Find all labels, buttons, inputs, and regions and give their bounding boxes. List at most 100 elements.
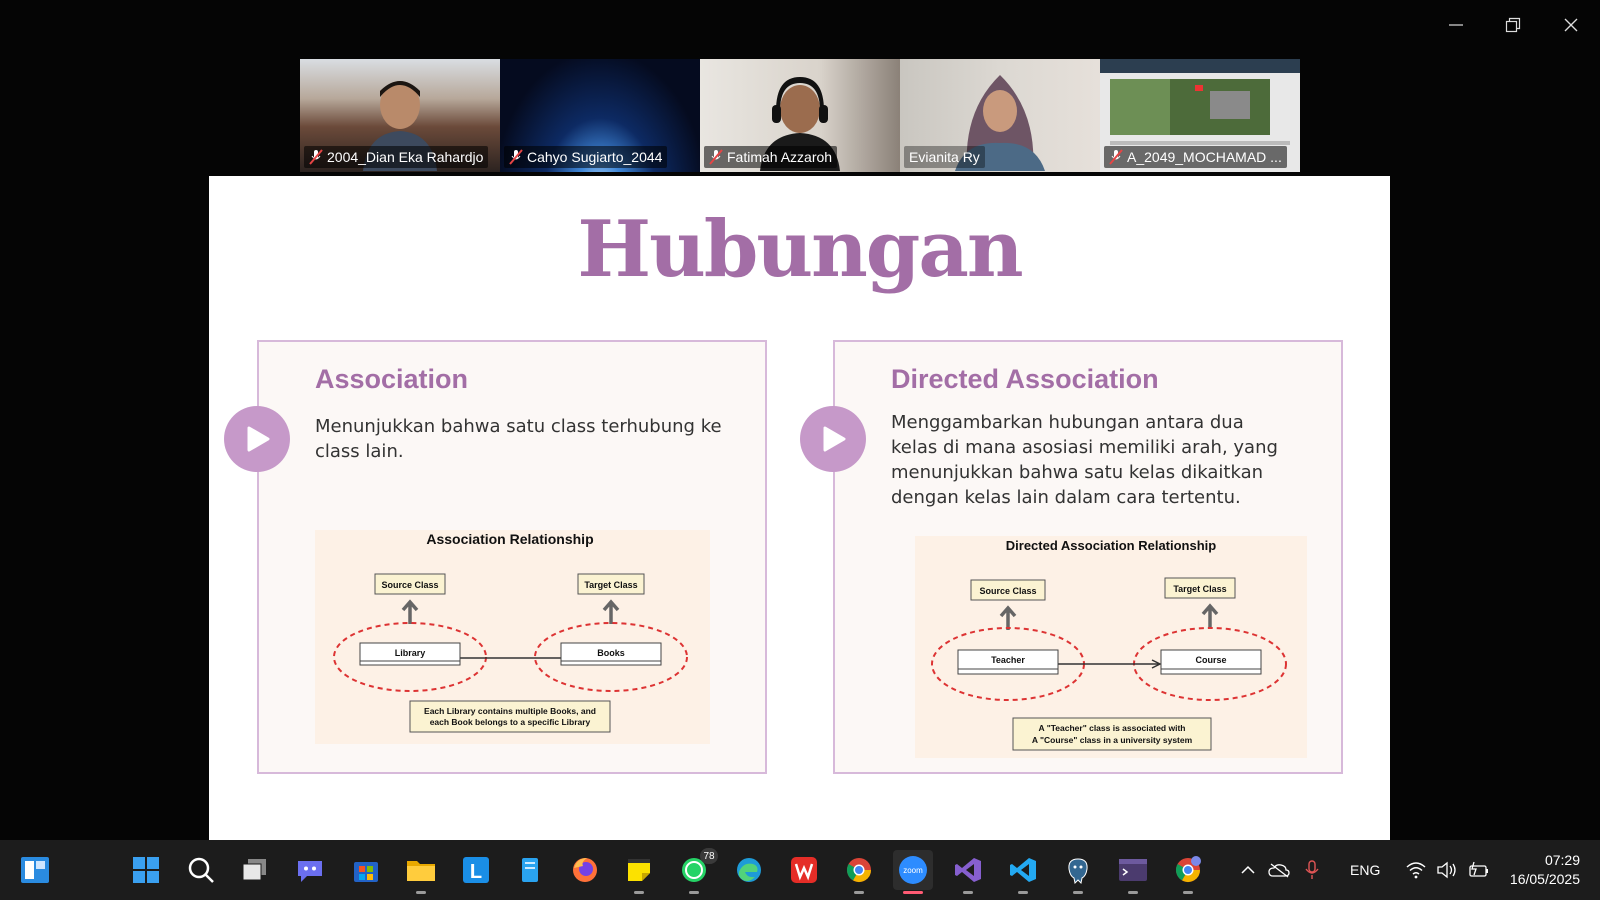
zoom-button[interactable]: zoom <box>893 850 933 894</box>
onedrive-offline-icon[interactable] <box>1268 862 1290 878</box>
play-icon <box>247 426 270 452</box>
participant-name: A_2049_MOCHAMAD ... <box>1127 149 1282 165</box>
firefox-icon <box>573 858 597 882</box>
play-button[interactable] <box>224 406 290 472</box>
start-icon <box>133 857 159 883</box>
minimize-icon <box>1449 24 1463 26</box>
participant-tile[interactable]: 2004_Dian Eka Rahardjo <box>300 59 500 172</box>
source-class-label: Source Class <box>979 586 1036 596</box>
participant-tile[interactable]: A_2049_MOCHAMAD ... <box>1100 59 1300 172</box>
up-arrow-icon <box>401 599 419 624</box>
play-icon <box>823 426 846 452</box>
system-tray: ENG <box>1240 840 1490 900</box>
vscode-icon <box>1010 858 1036 882</box>
l-app-button[interactable]: L <box>456 850 496 890</box>
battery-charging-icon[interactable] <box>1468 861 1490 879</box>
diagram-note-line2: each Book belongs to a specific Library <box>430 717 591 727</box>
file-explorer-icon <box>407 861 435 881</box>
participant-name-label: A_2049_MOCHAMAD ... <box>1104 146 1287 168</box>
play-button[interactable] <box>800 406 866 472</box>
l-app-icon: L <box>463 857 489 883</box>
postgresql-icon <box>1068 858 1088 884</box>
task-view-icon <box>242 859 266 881</box>
visual-studio-button[interactable] <box>948 850 988 894</box>
diagram-note-line1: Each Library contains multiple Books, an… <box>424 706 596 716</box>
edge-button[interactable] <box>729 850 769 890</box>
participant-name: 2004_Dian Eka Rahardjo <box>327 149 484 165</box>
store-button[interactable] <box>346 850 386 890</box>
start-button[interactable] <box>126 850 166 890</box>
card-description: Menggambarkan hubungan antara dua kelas … <box>891 412 1278 508</box>
notepad-button[interactable] <box>510 850 550 890</box>
volume-icon[interactable] <box>1436 861 1458 879</box>
zoom-meeting-window: 2004_Dian Eka Rahardjo Cahyo Sugiarto_20… <box>0 0 1600 900</box>
chrome-profile-button[interactable] <box>1168 850 1208 894</box>
up-arrow-icon <box>999 605 1017 630</box>
up-arrow-icon <box>602 599 620 624</box>
firefox-button[interactable] <box>565 850 605 890</box>
taskbar-clock[interactable]: 07:29 16/05/2025 <box>1510 851 1580 889</box>
file-explorer-button[interactable] <box>401 850 441 894</box>
directed-association-card: Directed Association Menggambarkan hubun… <box>833 340 1343 774</box>
directed-association-diagram: Directed Association Relationship Source… <box>915 536 1307 758</box>
library-class-box: Library <box>395 648 426 658</box>
participant-name: Fatimah Azzaroh <box>727 149 833 165</box>
whatsapp-button[interactable]: 78 <box>674 848 718 894</box>
minimize-button[interactable] <box>1438 10 1474 40</box>
participant-name: Evianita Ry <box>909 149 980 165</box>
chevron-up-icon[interactable] <box>1240 862 1256 878</box>
participant-strip: 2004_Dian Eka Rahardjo Cahyo Sugiarto_20… <box>300 59 1300 172</box>
wifi-icon[interactable] <box>1406 861 1426 879</box>
taskbar: L 78 zoom ENG 07:29 16/05/2025 <box>0 840 1600 900</box>
association-diagram: Association Relationship Source Class Ta… <box>315 530 710 744</box>
sticky-notes-button[interactable] <box>619 850 659 894</box>
close-icon <box>1564 18 1578 32</box>
card-heading: Directed Association <box>891 364 1159 394</box>
diagram-note-line1: A "Teacher" class is associated with <box>1039 723 1186 733</box>
widgets-icon <box>21 857 49 883</box>
restore-button[interactable] <box>1495 10 1531 40</box>
diagram-title: Association Relationship <box>426 531 593 547</box>
target-class-label: Target Class <box>584 580 637 590</box>
up-arrow-icon <box>1201 603 1219 628</box>
mic-muted-icon <box>309 149 323 165</box>
chrome-icon <box>846 858 871 883</box>
participant-name-label: Evianita Ry <box>904 146 985 168</box>
search-button[interactable] <box>181 850 221 890</box>
microphone-icon[interactable] <box>1304 860 1320 880</box>
svg-text:L: L <box>470 861 482 883</box>
mic-muted-icon <box>709 149 723 165</box>
mic-muted-icon <box>509 149 523 165</box>
participant-tile-active-speaker[interactable]: Evianita Ry <box>900 59 1100 172</box>
source-class-label: Source Class <box>381 580 438 590</box>
books-class-box: Books <box>597 648 625 658</box>
participant-name: Cahyo Sugiarto_2044 <box>527 149 663 165</box>
visual-studio-icon <box>955 858 981 882</box>
participant-tile[interactable]: Fatimah Azzaroh <box>700 59 900 172</box>
zoom-icon: zoom <box>899 856 927 884</box>
course-class-box: Course <box>1195 655 1226 665</box>
diagram-title: Directed Association Relationship <box>1006 538 1217 553</box>
task-view-button[interactable] <box>234 850 274 890</box>
target-class-label: Target Class <box>1173 584 1226 594</box>
shared-slide: Hubungan Association Menunjukkan bahwa s… <box>209 176 1390 840</box>
vscode-button[interactable] <box>1003 850 1043 894</box>
close-button[interactable] <box>1553 10 1589 40</box>
postgresql-button[interactable] <box>1058 850 1098 894</box>
svg-text:zoom: zoom <box>903 866 923 875</box>
terminal-button[interactable] <box>1113 850 1153 894</box>
chrome-button[interactable] <box>839 850 879 894</box>
participant-tile[interactable]: Cahyo Sugiarto_2044 <box>500 59 700 172</box>
slide-title: Hubungan <box>577 204 1023 295</box>
card-description: Menunjukkan bahwa satu class terhubung k… <box>315 416 722 462</box>
card-heading: Association <box>315 364 469 394</box>
participant-name-label: Cahyo Sugiarto_2044 <box>504 146 668 168</box>
wps-office-icon <box>791 857 817 883</box>
sticky-notes-icon <box>628 859 650 881</box>
widgets-button[interactable] <box>15 850 55 890</box>
language-indicator[interactable]: ENG <box>1350 862 1380 878</box>
participant-name-label: Fatimah Azzaroh <box>704 146 838 168</box>
edge-icon <box>737 858 761 882</box>
wps-office-button[interactable] <box>784 850 824 890</box>
teams-chat-button[interactable] <box>290 850 330 890</box>
